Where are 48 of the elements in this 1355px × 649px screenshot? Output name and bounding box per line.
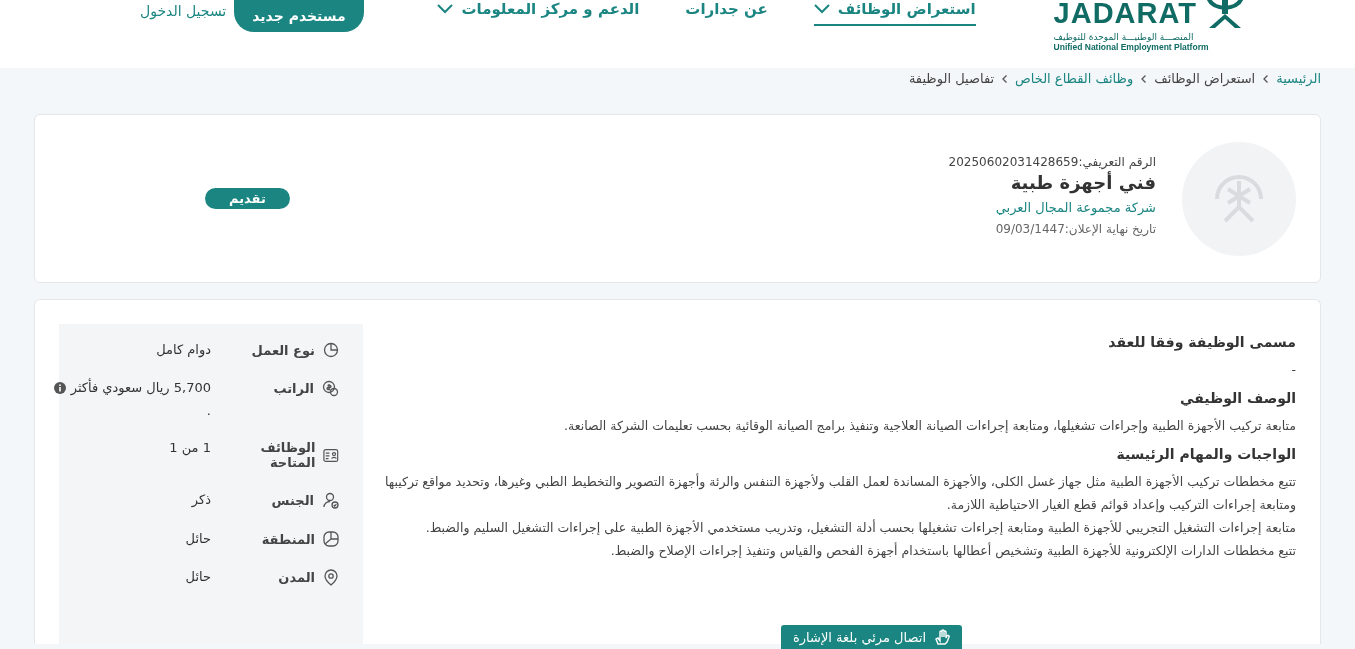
section-text: تتبع مخططات تركيب الأجهزة الطبية مثل جهاز غسل الكلى، والأجهزة المساندة لعمل القلب ولأجهزة التنفس والرئة وأجهزة التصوير والتخطيط الطبي وغيرها، وتحديد مواقع تركيبها ومتابعة إجراءات التركيب وإعداد قوائم قطع الغيار الاحتياطية اللازمة. bbox=[383, 472, 1296, 515]
breadcrumb-item: استعراض الوظائف bbox=[1154, 71, 1256, 86]
section-text: متابعة تركيب الأجهزة الطبية وإجراءات تشغيلها، ومتابعة إجراءات الصيانة العلاجية وتنفيذ برامج الصيانة الوقائية بحسب تعليمات الشركة الصانعة. bbox=[563, 417, 1296, 436]
job-id: الرقم التعريفي:20250602031428659 bbox=[948, 155, 1156, 169]
fact-label: الجنس bbox=[271, 493, 314, 508]
nav-tab[interactable]: عن جدارات bbox=[685, 0, 768, 26]
fact-value: 5,700 ريال سعودي فأكثر bbox=[70, 380, 211, 395]
coins-icon bbox=[322, 380, 339, 397]
nav-tab[interactable]: استعراض الوظائف bbox=[813, 0, 976, 26]
section-text: - bbox=[1290, 361, 1296, 379]
chevron-left-icon bbox=[1263, 74, 1269, 83]
apply-button[interactable]: تقديم bbox=[205, 188, 290, 209]
section-heading: مسمى الوظيفة وفقا للعقد bbox=[1107, 334, 1296, 350]
fact-label: الوظائف المتاحة bbox=[259, 440, 316, 470]
fact-value: 1 من 1 bbox=[169, 440, 211, 455]
nav-tab[interactable]: الدعم و مركز المعلومات bbox=[437, 0, 640, 26]
chevron-left-icon bbox=[1141, 74, 1147, 83]
fact-label: نوع العمل bbox=[251, 342, 315, 358]
breadcrumb-link[interactable]: الرئيسية bbox=[1276, 71, 1321, 86]
logo-tagline: Unified National Employment Platform bbox=[1053, 42, 1209, 52]
section-heading: الوصف الوظيفي bbox=[1179, 390, 1296, 406]
fact-value: حائل bbox=[185, 531, 211, 546]
fact-note: . bbox=[205, 403, 211, 418]
company-name: شركة مجموعة المجال العربي bbox=[995, 200, 1156, 215]
id-card-icon bbox=[323, 447, 339, 463]
deadline-date: تاريخ نهاية الإعلان:09/03/1447 bbox=[995, 222, 1156, 236]
user-check-icon bbox=[322, 492, 339, 509]
login-link[interactable]: تسجيل الدخول bbox=[140, 3, 227, 19]
fact-value: ذكر bbox=[191, 492, 211, 507]
location-pin-icon bbox=[323, 569, 339, 586]
job-title: فني أجهزة طبية bbox=[1010, 172, 1156, 193]
sign-language-button[interactable]: اتصال مرئي بلغة الإشارة bbox=[781, 625, 963, 649]
register-button[interactable]: مستخدم جديد bbox=[234, 0, 364, 32]
section-text: تتبع مخططات الدارات الإلكترونية للأجهزة الطبية وتشخيص أعطالها باستخدام أجهزة الفحص والقياس وتنفيذ إجراءات الإصلاح والضبط. bbox=[609, 541, 1296, 561]
section-heading: الواجبات والمهام الرئيسية bbox=[1115, 446, 1296, 462]
chevron-left-icon bbox=[1002, 74, 1008, 83]
clock-icon bbox=[323, 342, 339, 358]
fact-label: الراتب bbox=[273, 381, 314, 396]
logo-wordmark: JADARAT bbox=[1053, 0, 1197, 30]
fact-value: حائل bbox=[185, 569, 211, 584]
fact-label: المدن bbox=[278, 570, 315, 585]
fact-value: دوام كامل bbox=[156, 342, 211, 357]
section-text: متابعة إجراءات التشغيل التجريبي للأجهزة الطبية ومتابعة إجراءات تشغيلها بحسب أدلة التشغيل، وتدريب مستخدمي الأجهزة الطبية على إجراءات التشغيل السليم والضبط. bbox=[424, 518, 1296, 538]
breadcrumb-link[interactable]: وظائف القطاع الخاص bbox=[1015, 71, 1134, 86]
breadcrumb-item: تفاصيل الوظيفة bbox=[908, 71, 995, 86]
logo-tagline: المنصـــة الوطنيـــة الموحدة للتوظيف bbox=[1053, 32, 1194, 42]
map-icon bbox=[323, 531, 339, 547]
fact-label: المنطقة bbox=[261, 531, 315, 547]
